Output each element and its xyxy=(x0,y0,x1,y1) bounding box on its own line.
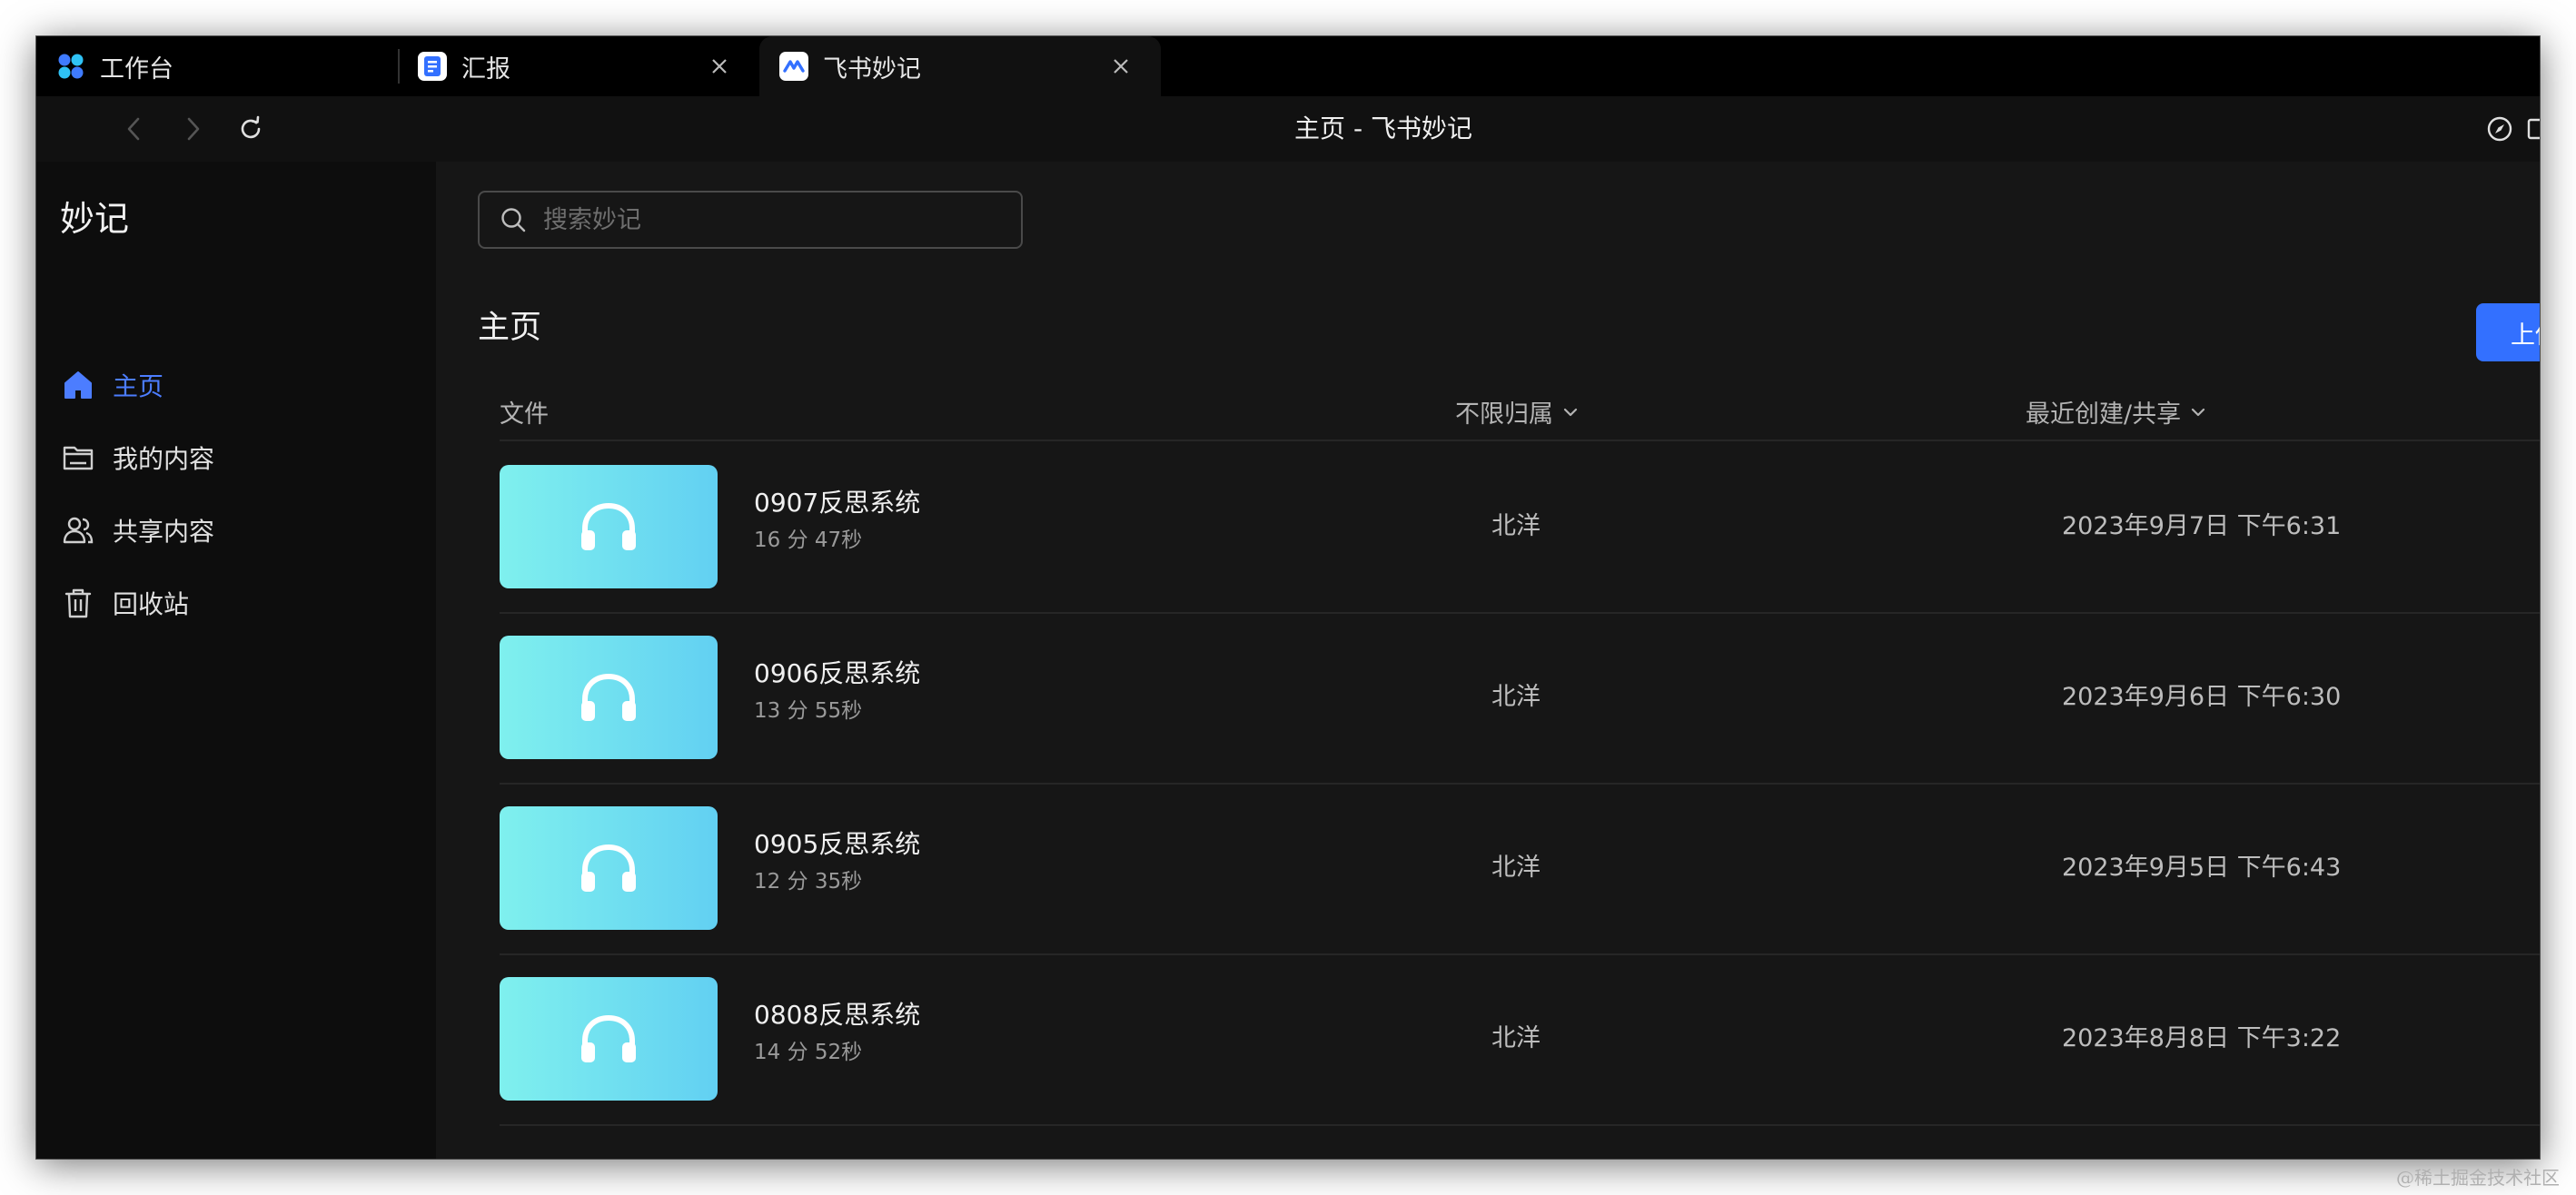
owner-filter[interactable]: 不限归属 xyxy=(1455,394,1580,430)
minutes-icon xyxy=(779,52,808,81)
chevron-down-icon xyxy=(1560,402,1580,422)
trash-icon xyxy=(60,585,96,621)
record-date: 2023年9月7日 下午6:31 xyxy=(2062,512,2342,540)
sidebar-item-home[interactable]: 主页 xyxy=(60,360,405,410)
close-icon[interactable] xyxy=(707,54,732,79)
users-icon xyxy=(60,512,96,548)
tab-minutes[interactable]: 飞书妙记 xyxy=(759,36,1161,96)
tab-bar: 工作台 汇报 飞书妙记 xyxy=(36,36,2540,96)
record-date: 2023年8月8日 下午3:22 xyxy=(2062,1024,2342,1052)
search-icon xyxy=(500,206,527,233)
watermark: @稀土掘金技术社区 xyxy=(2396,1167,2560,1189)
record-owner: 北洋 xyxy=(1491,512,1541,540)
window-title: 主页 - 飞书妙记 xyxy=(1294,114,1472,143)
record-owner: 北洋 xyxy=(1491,1024,1541,1052)
record-duration: 16 分 47秒 xyxy=(754,528,863,552)
sidebar-item-shared[interactable]: 共享内容 xyxy=(60,505,405,556)
tab-report[interactable]: 汇报 xyxy=(398,36,759,96)
recent-sort[interactable]: 最近创建/共享 xyxy=(2026,394,2208,430)
sidebar-item-my-content[interactable]: 我的内容 xyxy=(60,432,405,483)
record-title[interactable]: 0907反思系统 xyxy=(754,487,920,519)
owner-filter-label: 不限归属 xyxy=(1455,400,1553,429)
headphones-icon xyxy=(578,1012,639,1066)
headphones-icon xyxy=(578,670,639,725)
record-title[interactable]: 0905反思系统 xyxy=(754,828,920,861)
sidebar-item-label: 共享内容 xyxy=(113,517,215,547)
app-window: 工作台 汇报 飞书妙记 主页 - 飞书妙记 妙记 主页 我的内容 共享内容 回收… xyxy=(36,36,2540,1159)
record-owner: 北洋 xyxy=(1491,854,1541,882)
tab-label: 汇报 xyxy=(461,54,510,84)
audio-thumbnail[interactable] xyxy=(500,465,718,588)
search-box[interactable] xyxy=(478,191,1023,249)
sidebar-item-label: 回收站 xyxy=(113,589,190,619)
audio-thumbnail[interactable] xyxy=(500,636,718,759)
table-row[interactable]: 0907反思系统 16 分 47秒 北洋 2023年9月7日 下午6:31 xyxy=(500,443,2540,614)
headphones-icon xyxy=(578,841,639,895)
sidebar-item-label: 主页 xyxy=(113,371,164,401)
tab-label: 飞书妙记 xyxy=(823,54,921,84)
record-title[interactable]: 0808反思系统 xyxy=(754,999,920,1032)
grid-icon xyxy=(56,52,85,81)
close-icon[interactable] xyxy=(1108,54,1134,79)
headphones-icon xyxy=(578,499,639,554)
tab-workbench[interactable]: 工作台 xyxy=(36,36,398,96)
column-file: 文件 xyxy=(500,400,549,429)
audio-thumbnail[interactable] xyxy=(500,977,718,1101)
upload-button[interactable]: 上传 xyxy=(2476,303,2540,361)
recent-sort-label: 最近创建/共享 xyxy=(2026,400,2182,429)
audio-thumbnail[interactable] xyxy=(500,806,718,930)
main-content: 主页 上传 文件 不限归属 最近创建/共享 xyxy=(436,162,2540,1159)
sidebar-item-trash[interactable]: 回收站 xyxy=(60,578,405,628)
record-title[interactable]: 0906反思系统 xyxy=(754,657,920,690)
record-date: 2023年9月5日 下午6:43 xyxy=(2062,854,2342,882)
sidebar: 妙记 主页 我的内容 共享内容 回收站 xyxy=(36,162,436,1159)
report-icon xyxy=(418,52,447,81)
folder-icon xyxy=(60,439,96,476)
toolbar: 主页 - 飞书妙记 xyxy=(36,96,2540,162)
tab-label: 工作台 xyxy=(100,54,173,84)
record-date: 2023年9月6日 下午6:30 xyxy=(2062,683,2342,711)
table-row[interactable]: 0808反思系统 14 分 52秒 北洋 2023年8月8日 下午3:22 xyxy=(500,955,2540,1126)
page-title: 主页 xyxy=(478,310,542,346)
sidebar-item-label: 我的内容 xyxy=(113,444,215,474)
window-icon[interactable] xyxy=(2523,113,2540,145)
chevron-down-icon xyxy=(2188,402,2208,422)
compass-icon[interactable] xyxy=(2483,113,2516,145)
record-duration: 14 分 52秒 xyxy=(754,1041,863,1064)
record-owner: 北洋 xyxy=(1491,683,1541,711)
record-duration: 12 分 35秒 xyxy=(754,870,863,894)
record-duration: 13 分 55秒 xyxy=(754,699,863,723)
search-input[interactable] xyxy=(541,204,1014,235)
table-row[interactable]: 0906反思系统 13 分 55秒 北洋 2023年9月6日 下午6:30 xyxy=(500,614,2540,785)
app-title: 妙记 xyxy=(60,199,130,239)
table-header: 文件 不限归属 最近创建/共享 xyxy=(500,378,2540,441)
home-icon xyxy=(60,367,96,403)
table-row[interactable]: 0905反思系统 12 分 35秒 北洋 2023年9月5日 下午6:43 xyxy=(500,785,2540,955)
